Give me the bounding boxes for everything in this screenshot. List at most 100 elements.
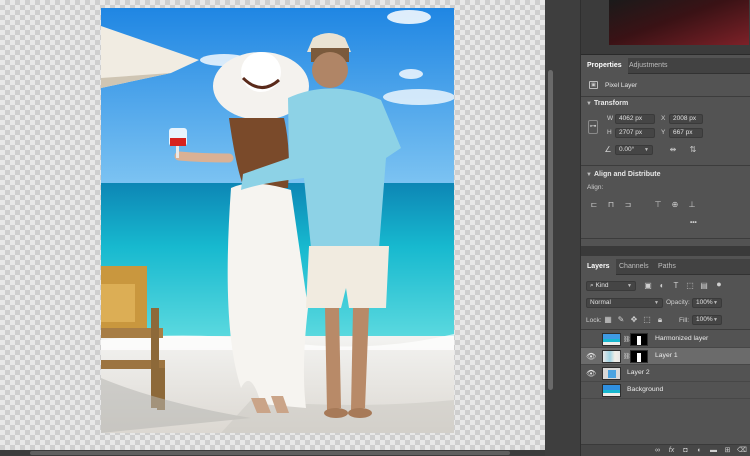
align-horizontal-center-icon[interactable]: ⊓: [606, 200, 616, 210]
height-label: H: [607, 129, 612, 136]
filter-shape-icon[interactable]: ⬚: [685, 281, 695, 291]
x-label: X: [661, 115, 666, 122]
eye-icon[interactable]: 👁︎: [586, 352, 596, 361]
lock-transparent-icon[interactable]: ▦: [603, 315, 613, 325]
filter-pixel-icon[interactable]: ▣: [643, 281, 653, 291]
delete-layer-icon[interactable]: ⌫: [737, 446, 747, 455]
blend-mode-value: Normal: [590, 299, 611, 306]
divider: [581, 238, 750, 239]
lock-label: Lock:: [586, 317, 602, 324]
properties-tabbar: Properties Adjustments: [581, 58, 750, 74]
tab-channels[interactable]: Channels: [613, 259, 655, 275]
layers-footer: ∞ fx ◘ ◐ ▬ ⊞ ⌫: [581, 444, 750, 456]
chevron-down-icon: ▼: [713, 300, 718, 306]
filter-kind-value: Kind: [595, 282, 609, 289]
layer-type-label: Pixel Layer: [605, 82, 638, 89]
vertical-scrollbar[interactable]: [545, 0, 580, 456]
opacity-field[interactable]: 100% ▼: [692, 298, 722, 308]
layer-filter-dropdown[interactable]: ⌕ Kind ▼: [586, 281, 636, 291]
align-label: Align:: [587, 184, 604, 191]
eye-icon[interactable]: 👁︎: [586, 369, 596, 378]
layer-row-layer-2[interactable]: 👁︎ Layer 2: [581, 365, 750, 382]
layer-style-icon[interactable]: fx: [667, 446, 676, 455]
align-bottom-icon[interactable]: ⊥: [687, 200, 697, 210]
transform-collapse-icon[interactable]: ▼: [586, 101, 592, 107]
chevron-down-icon: ▼: [644, 147, 649, 153]
layer-row-background[interactable]: Background: [581, 382, 750, 399]
angle-icon: ∠: [604, 145, 612, 154]
chevron-down-icon: ▼: [627, 283, 632, 289]
visibility-off-icon[interactable]: [586, 335, 596, 344]
layers-tabbar: Layers Channels Paths: [581, 259, 750, 275]
layer-row-harmonized[interactable]: ⛓︎ Harmonized layer: [581, 331, 750, 348]
opacity-label: Opacity:: [666, 299, 690, 306]
filter-toggle-icon[interactable]: ●: [714, 279, 724, 289]
beach-photo: [101, 8, 454, 433]
layer-name[interactable]: Layer 1: [655, 352, 678, 359]
lock-all-icon[interactable]: 🔒︎: [655, 315, 665, 325]
layer-name[interactable]: Layer 2: [627, 369, 650, 376]
horizontal-scroll-thumb[interactable]: [30, 451, 510, 455]
vertical-scroll-thumb[interactable]: [548, 70, 553, 390]
divider: [581, 96, 750, 97]
angle-field[interactable]: 0.00° ▼: [615, 145, 653, 155]
layer-thumbnail: [602, 350, 621, 363]
align-right-icon[interactable]: ⊐: [623, 200, 633, 210]
new-group-icon[interactable]: ▬: [709, 446, 718, 455]
blend-mode-dropdown[interactable]: Normal ▼: [586, 298, 663, 308]
divider: [581, 329, 750, 330]
fill-value: 100%: [696, 316, 713, 323]
tab-adjustments[interactable]: Adjustments: [623, 58, 674, 74]
width-label: W: [607, 115, 614, 122]
beach-photo-layer[interactable]: [101, 8, 454, 433]
new-adjustment-layer-icon[interactable]: ◐: [695, 446, 704, 455]
link-dimensions-icon[interactable]: ⊶: [588, 120, 598, 134]
y-label: Y: [661, 129, 666, 136]
filter-adjustment-icon[interactable]: ◐: [657, 281, 667, 291]
lock-pixels-icon[interactable]: ✎: [616, 315, 626, 325]
layer-thumbnail: [602, 367, 621, 380]
align-collapse-icon[interactable]: ▼: [586, 172, 592, 178]
navigator-preview: [581, 0, 750, 55]
layer-name[interactable]: Harmonized layer: [655, 335, 708, 342]
align-top-icon[interactable]: ⊤: [653, 200, 663, 210]
horizontal-scrollbar[interactable]: [0, 450, 545, 456]
filter-type-icon[interactable]: T: [671, 281, 681, 291]
lock-position-icon[interactable]: ✥: [629, 315, 639, 325]
new-layer-icon[interactable]: ⊞: [723, 446, 732, 455]
filter-smart-object-icon[interactable]: ▤: [699, 281, 709, 291]
right-panel: Properties Adjustments ▣ Pixel Layer ▼ T…: [580, 0, 750, 456]
align-vertical-center-icon[interactable]: ⊕: [670, 200, 680, 210]
width-field[interactable]: 4062 px: [615, 114, 655, 124]
align-title: Align and Distribute: [594, 171, 661, 178]
angle-value: 0.00°: [619, 146, 635, 153]
layer-mask-thumbnail[interactable]: [630, 350, 648, 363]
tab-paths[interactable]: Paths: [652, 259, 682, 275]
pixel-layer-icon: ▣: [589, 81, 598, 89]
chevron-down-icon: ▼: [654, 300, 659, 306]
height-field[interactable]: 2707 px: [615, 128, 655, 138]
canvas-area[interactable]: [0, 0, 545, 456]
navigator-thumbnail[interactable]: [609, 0, 749, 45]
tab-layers[interactable]: Layers: [581, 259, 616, 275]
layer-name[interactable]: Background: [627, 386, 663, 393]
align-left-icon[interactable]: ⊏: [589, 200, 599, 210]
tab-properties[interactable]: Properties: [581, 58, 628, 74]
flip-horizontal-icon[interactable]: ⇹: [668, 145, 678, 155]
transform-title: Transform: [594, 100, 629, 107]
more-options-icon[interactable]: •••: [690, 219, 697, 226]
layer-mask-thumbnail[interactable]: [630, 333, 648, 346]
fill-label: Fill:: [679, 317, 690, 324]
divider: [581, 165, 750, 166]
lock-artboard-icon[interactable]: ⬚: [642, 315, 652, 325]
layer-thumbnail: [602, 333, 621, 346]
fill-field[interactable]: 100% ▼: [692, 315, 722, 325]
layer-row-layer-1[interactable]: 👁︎ ⛓︎ Layer 1: [581, 348, 750, 365]
y-field[interactable]: 667 px: [669, 128, 703, 138]
visibility-off-icon[interactable]: [586, 386, 596, 395]
add-mask-icon[interactable]: ◘: [681, 446, 690, 455]
x-field[interactable]: 2008 px: [669, 114, 703, 124]
panel-separator[interactable]: [581, 246, 750, 256]
flip-vertical-icon[interactable]: ⇅: [688, 145, 698, 155]
link-layers-icon[interactable]: ∞: [653, 446, 662, 455]
